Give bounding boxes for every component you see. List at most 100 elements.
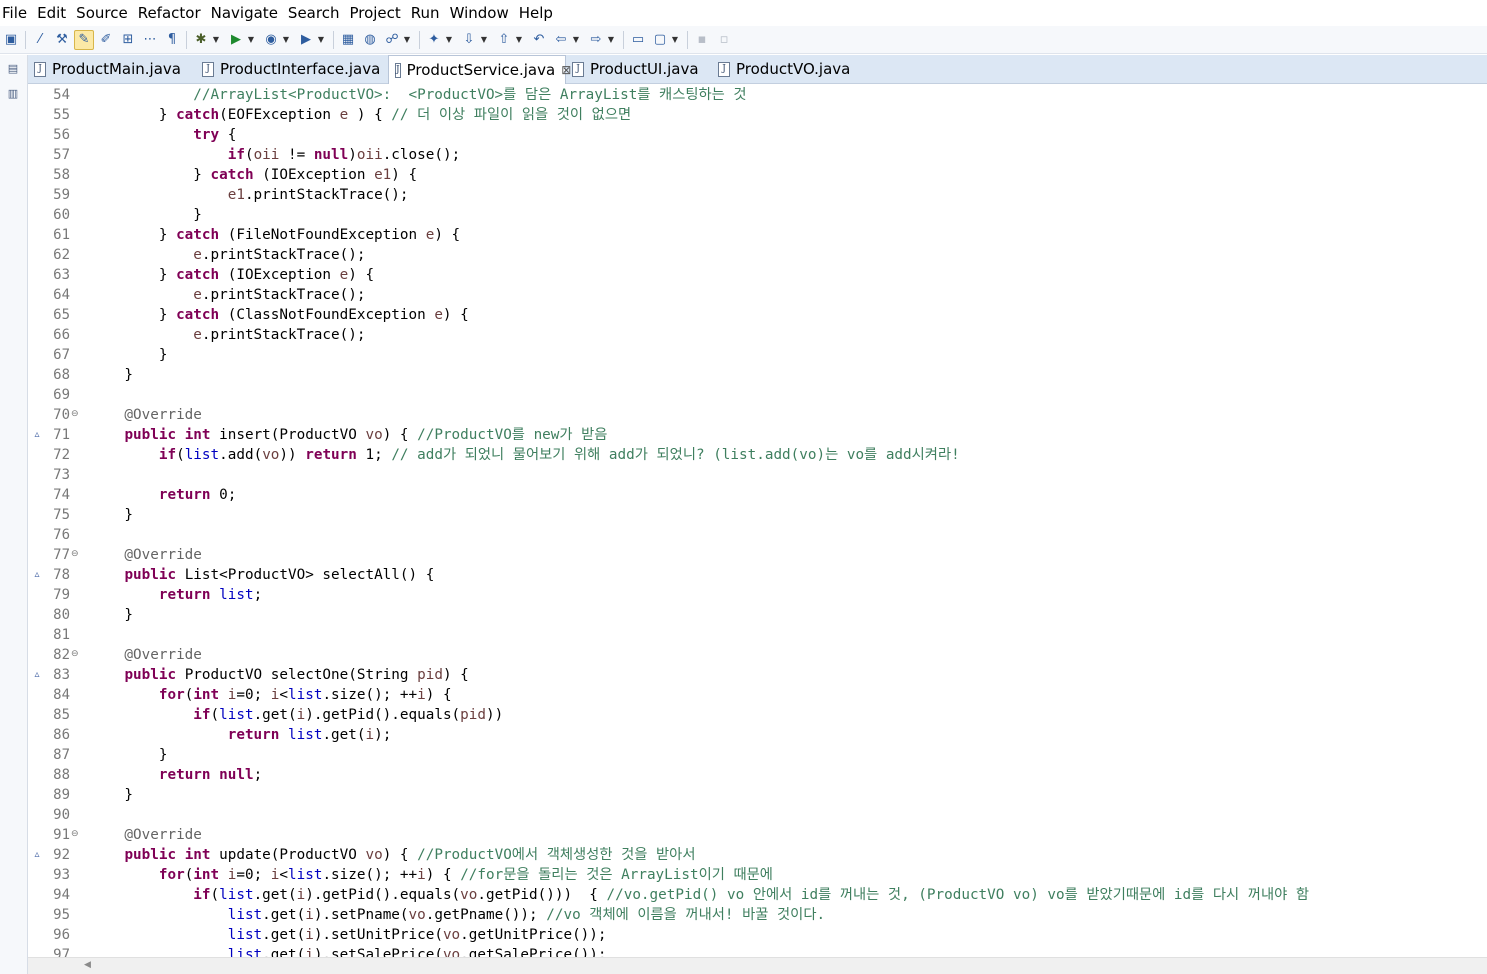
code-line[interactable]: 96 list.get(i).setUnitPrice(vo.getUnitPr… bbox=[28, 925, 1487, 945]
last-edit-icon[interactable]: ↶ bbox=[529, 30, 549, 50]
code-line[interactable]: 69 bbox=[28, 385, 1487, 405]
code-line[interactable]: 61 } catch (FileNotFoundException e) { bbox=[28, 225, 1487, 245]
next-annotation-icon[interactable]: ⇩ bbox=[459, 30, 479, 50]
block-selection-icon[interactable]: ⊞ bbox=[118, 30, 138, 50]
code-line[interactable]: 87 } bbox=[28, 745, 1487, 765]
chevron-down-icon[interactable]: ▼ bbox=[281, 30, 291, 50]
code-line[interactable]: 57 if(oii != null)oii.close(); bbox=[28, 145, 1487, 165]
menu-source[interactable]: Source bbox=[72, 4, 134, 22]
fold-toggle-icon[interactable]: ⊖ bbox=[71, 830, 80, 839]
code-line[interactable]: 89 } bbox=[28, 785, 1487, 805]
code-line[interactable]: 91 ⊖ @Override bbox=[28, 825, 1487, 845]
override-marker-icon[interactable]: ▵ bbox=[30, 425, 44, 445]
menu-navigate[interactable]: Navigate bbox=[207, 4, 284, 22]
chevron-down-icon[interactable]: ▼ bbox=[211, 30, 221, 50]
code-line[interactable]: 64 e.printStackTrace(); bbox=[28, 285, 1487, 305]
code-line[interactable]: 79 return list; bbox=[28, 585, 1487, 605]
code-line[interactable]: 74 return 0; bbox=[28, 485, 1487, 505]
code-line[interactable]: 93 for(int i=0; i<list.size(); ++i) { //… bbox=[28, 865, 1487, 885]
fold-toggle-icon[interactable]: ⊖ bbox=[71, 650, 80, 659]
open-perspective-icon[interactable]: ▭ bbox=[628, 30, 648, 50]
code-line[interactable]: 63 } catch (IOException e) { bbox=[28, 265, 1487, 285]
code-line[interactable]: ▵ 71 public int insert(ProductVO vo) { //… bbox=[28, 425, 1487, 445]
code-line[interactable]: 90 bbox=[28, 805, 1487, 825]
code-line[interactable]: 65 } catch (ClassNotFoundException e) { bbox=[28, 305, 1487, 325]
code-line[interactable]: 80 } bbox=[28, 605, 1487, 625]
chevron-down-icon[interactable]: ▼ bbox=[670, 30, 680, 50]
menu-help[interactable]: Help bbox=[515, 4, 559, 22]
chevron-down-icon[interactable]: ▼ bbox=[479, 30, 489, 50]
whitespace-icon[interactable]: ⋯ bbox=[140, 30, 160, 50]
menu-project[interactable]: Project bbox=[345, 4, 406, 22]
code-line[interactable]: 81 bbox=[28, 625, 1487, 645]
code-line[interactable]: 62 e.printStackTrace(); bbox=[28, 245, 1487, 265]
code-line[interactable]: ▵ 83 public ProductVO selectOne(String pi… bbox=[28, 665, 1487, 685]
code-line[interactable]: 67 } bbox=[28, 345, 1487, 365]
code-line[interactable]: 95 list.get(i).setPname(vo.getPname()); … bbox=[28, 905, 1487, 925]
chevron-down-icon[interactable]: ▼ bbox=[571, 30, 581, 50]
code-line[interactable]: 72 if(list.add(vo)) return 1; // add가 되었… bbox=[28, 445, 1487, 465]
restore-view-icon[interactable]: ▤ bbox=[3, 62, 23, 80]
code-line[interactable]: 86 return list.get(i); bbox=[28, 725, 1487, 745]
code-line[interactable]: 58 } catch (IOException e1) { bbox=[28, 165, 1487, 185]
run-icon[interactable]: ▶ bbox=[226, 30, 246, 50]
console-icon[interactable]: ▣ bbox=[1, 30, 21, 50]
horizontal-scrollbar[interactable]: ◀ bbox=[28, 957, 1487, 974]
code-line[interactable]: 70 ⊖ @Override bbox=[28, 405, 1487, 425]
paragraph-icon[interactable]: ¶ bbox=[162, 30, 182, 50]
forward-icon[interactable]: ⇨ bbox=[586, 30, 606, 50]
code-line[interactable]: 97 list.get(i).setSalePrice(vo.getSalePr… bbox=[28, 945, 1487, 957]
code-line[interactable]: 94 if(list.get(i).getPid().equals(vo.get… bbox=[28, 885, 1487, 905]
back-icon[interactable]: ⇦ bbox=[551, 30, 571, 50]
new-class-icon[interactable]: ◍ bbox=[360, 30, 380, 50]
scroll-left-icon[interactable]: ◀ bbox=[84, 960, 91, 970]
menu-search[interactable]: Search bbox=[284, 4, 346, 22]
package-explorer-icon[interactable]: ▥ bbox=[3, 87, 23, 105]
code-line[interactable]: 56 try { bbox=[28, 125, 1487, 145]
chevron-down-icon[interactable]: ▼ bbox=[402, 30, 412, 50]
code-line[interactable]: 75 } bbox=[28, 505, 1487, 525]
open-type-icon[interactable]: ☍ bbox=[382, 30, 402, 50]
code-line[interactable]: 82 ⊖ @Override bbox=[28, 645, 1487, 665]
chevron-down-icon[interactable]: ▼ bbox=[514, 30, 524, 50]
fold-toggle-icon[interactable]: ⊖ bbox=[71, 550, 80, 559]
menu-refactor[interactable]: Refactor bbox=[134, 4, 207, 22]
code-line[interactable]: 60 } bbox=[28, 205, 1487, 225]
code-line[interactable]: ▵ 92 public int update(ProductVO vo) { //… bbox=[28, 845, 1487, 865]
save-all-icon[interactable]: ▫ bbox=[714, 30, 734, 50]
chevron-down-icon[interactable]: ▼ bbox=[316, 30, 326, 50]
tab-productvo[interactable]: J ProductVO.java bbox=[712, 55, 872, 83]
menu-file[interactable]: File bbox=[0, 4, 33, 22]
override-marker-icon[interactable]: ▵ bbox=[30, 845, 44, 865]
pin-icon[interactable]: ⁄ bbox=[30, 30, 50, 50]
menu-edit[interactable]: Edit bbox=[33, 4, 72, 22]
tab-productui[interactable]: J ProductUI.java bbox=[566, 55, 712, 83]
run-external-icon[interactable]: ▶ bbox=[296, 30, 316, 50]
search-icon[interactable]: ✦ bbox=[424, 30, 444, 50]
menu-run[interactable]: Run bbox=[407, 4, 446, 22]
code-line[interactable]: 68 } bbox=[28, 365, 1487, 385]
external-tools-icon[interactable]: ⚒ bbox=[52, 30, 72, 50]
debug-icon[interactable]: ✱ bbox=[191, 30, 211, 50]
fold-toggle-icon[interactable]: ⊖ bbox=[71, 410, 80, 419]
mark-occurrences-icon[interactable]: ✐ bbox=[96, 30, 116, 50]
code-line[interactable]: 77 ⊖ @Override bbox=[28, 545, 1487, 565]
toggle-mark-icon[interactable]: ✎ bbox=[74, 29, 94, 50]
override-marker-icon[interactable]: ▵ bbox=[30, 665, 44, 685]
menu-window[interactable]: Window bbox=[446, 4, 515, 22]
coverage-icon[interactable]: ◉ bbox=[261, 30, 281, 50]
code-line[interactable]: 76 bbox=[28, 525, 1487, 545]
new-java-project-icon[interactable]: ▦ bbox=[338, 30, 358, 50]
save-icon[interactable]: ▪ bbox=[692, 30, 712, 50]
tab-productinterface[interactable]: J ProductInterface.java bbox=[196, 55, 388, 83]
tab-productmain[interactable]: J ProductMain.java bbox=[28, 55, 196, 83]
code-line[interactable]: 59 e1.printStackTrace(); bbox=[28, 185, 1487, 205]
new-window-icon[interactable]: ▢ bbox=[650, 30, 670, 50]
code-editor[interactable]: 54 //ArrayList<ProductVO>: <ProductVO>를 … bbox=[28, 85, 1487, 957]
tab-productservice[interactable]: J ProductService.java ⊠ bbox=[388, 55, 571, 84]
chevron-down-icon[interactable]: ▼ bbox=[444, 30, 454, 50]
code-line[interactable]: 84 for(int i=0; i<list.size(); ++i) { bbox=[28, 685, 1487, 705]
code-line[interactable]: 88 return null; bbox=[28, 765, 1487, 785]
chevron-down-icon[interactable]: ▼ bbox=[606, 30, 616, 50]
code-line[interactable]: 55 } catch(EOFException e ) { // 더 이상 파일… bbox=[28, 105, 1487, 125]
